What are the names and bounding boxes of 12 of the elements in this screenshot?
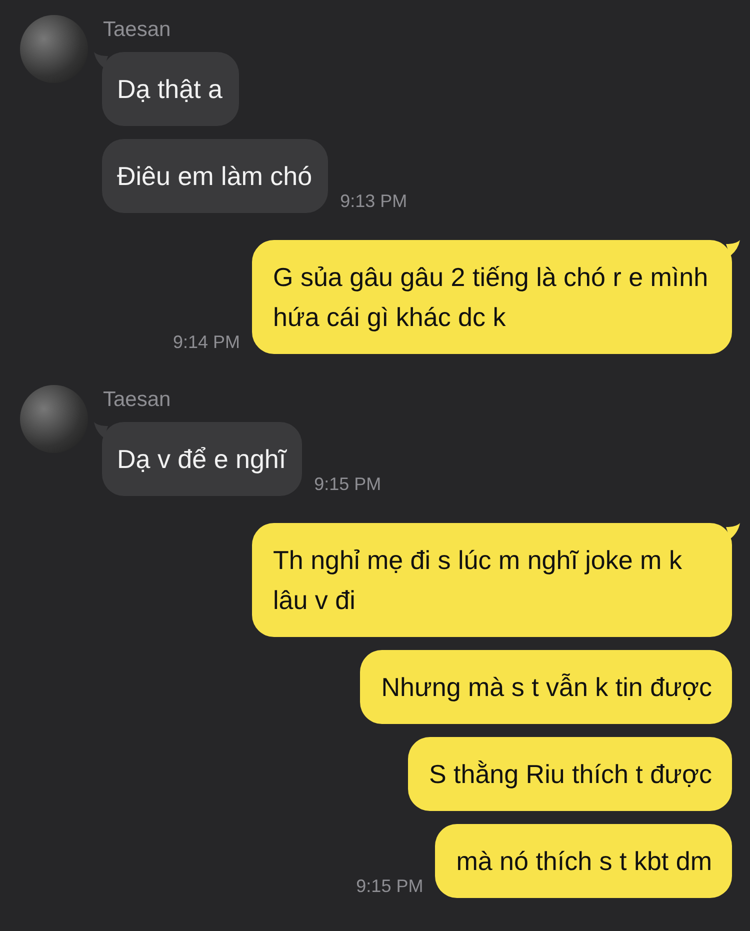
sender-name: Taesan xyxy=(103,388,171,412)
bubble-tail xyxy=(726,523,740,539)
message-bubble: mà nó thích s t kbt dm xyxy=(435,824,732,898)
sender-name: Taesan xyxy=(103,18,171,42)
message-time: 9:14 PM xyxy=(172,332,240,354)
message-time: 9:15 PM xyxy=(356,876,424,898)
message-bubble: S thằng Riu thích t được xyxy=(408,737,732,811)
message-time: 9:15 PM xyxy=(314,474,382,496)
message-bubble: Nhưng mà s t vẫn k tin được xyxy=(360,650,732,724)
bubble-tail xyxy=(726,240,740,256)
message-bubble: Điêu em làm chó xyxy=(102,139,328,213)
message-time: 9:13 PM xyxy=(340,191,408,213)
